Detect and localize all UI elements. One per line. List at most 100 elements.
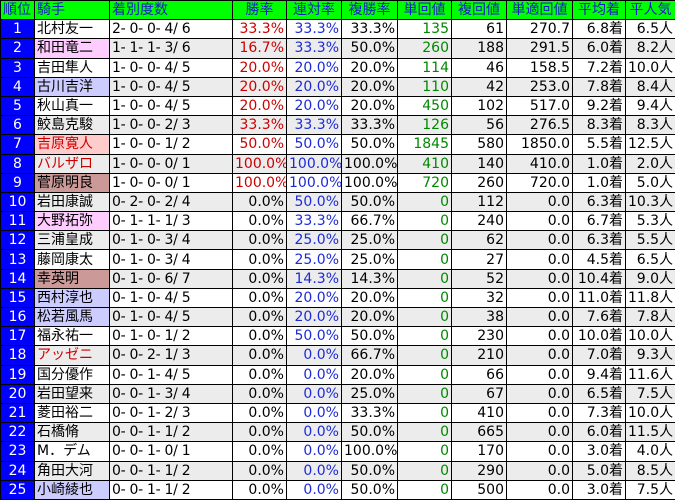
jockey-name-link[interactable]: 松若風馬 (35, 308, 110, 327)
jockey-name-link[interactable]: 秋山真一 (35, 96, 110, 115)
rank-cell: 5 (1, 96, 35, 115)
jockey-name-link[interactable]: 吉原寛人 (35, 135, 110, 154)
average-popularity-cell: 5.5人 (626, 231, 675, 250)
quinella-rate-cell: 50.0% (287, 327, 342, 346)
adjusted-win-return-cell: 0.0 (507, 288, 573, 307)
record-cell: 0- 1- 0- 6/ 7 (110, 269, 233, 288)
table-row: 11大野拓弥0- 1- 1- 1/ 30.0%33.3%66.7%02400.0… (1, 212, 675, 231)
average-popularity-cell: 8.3人 (626, 116, 675, 135)
average-finish-cell: 7.8着 (573, 77, 626, 96)
show-rate-cell: 50.0% (342, 135, 398, 154)
average-finish-cell: 7.6着 (573, 308, 626, 327)
jockey-name-link[interactable]: 角田大河 (35, 461, 110, 480)
adjusted-win-return-cell: 0.0 (507, 480, 573, 499)
table-row: 9菅原明良1- 0- 0- 0/ 1100.0%100.0%100.0%7202… (1, 173, 675, 192)
jockey-name-link[interactable]: 岩田望来 (35, 384, 110, 403)
average-finish-cell: 10.4着 (573, 269, 626, 288)
adjusted-win-return-cell: 0.0 (507, 384, 573, 403)
show-return-cell: 665 (452, 423, 507, 442)
jockey-name-link[interactable]: アッゼニ (35, 346, 110, 365)
rank-cell: 4 (1, 77, 35, 96)
rank-cell: 9 (1, 173, 35, 192)
table-row: 19国分優作0- 0- 1- 4/ 50.0%0.0%20.0%0660.09.… (1, 365, 675, 384)
average-popularity-cell: 10.0人 (626, 327, 675, 346)
win-return-cell: 410 (398, 154, 452, 173)
adjusted-win-return-cell: 0.0 (507, 231, 573, 250)
win-rate-cell: 100.0% (233, 173, 287, 192)
jockey-name-link[interactable]: 国分優作 (35, 365, 110, 384)
show-rate-cell: 50.0% (342, 480, 398, 499)
quinella-rate-cell: 0.0% (287, 365, 342, 384)
show-return-cell: 46 (452, 58, 507, 77)
adjusted-win-return-cell: 720.0 (507, 173, 573, 192)
show-rate-cell: 66.7% (342, 346, 398, 365)
jockey-name-link[interactable]: 菱田裕二 (35, 403, 110, 422)
table-row: 24角田大河0- 0- 1- 1/ 20.0%0.0%50.0%02900.05… (1, 461, 675, 480)
record-cell: 0- 1- 0- 1/ 2 (110, 327, 233, 346)
jockey-name-link[interactable]: 大野拓弥 (35, 212, 110, 231)
show-rate-cell: 100.0% (342, 442, 398, 461)
quinella-rate-cell: 0.0% (287, 423, 342, 442)
adjusted-win-return-cell: 253.0 (507, 77, 573, 96)
adjusted-win-return-cell: 0.0 (507, 461, 573, 480)
record-cell: 0- 0- 1- 0/ 1 (110, 442, 233, 461)
show-return-cell: 240 (452, 212, 507, 231)
show-return-cell: 42 (452, 77, 507, 96)
show-rate-cell: 50.0% (342, 192, 398, 211)
win-rate-cell: 0.0% (233, 461, 287, 480)
win-rate-cell: 33.3% (233, 116, 287, 135)
win-rate-cell: 16.7% (233, 39, 287, 58)
table-row: 12三浦皇成0- 1- 0- 3/ 40.0%25.0%25.0%0620.06… (1, 231, 675, 250)
show-return-cell: 56 (452, 116, 507, 135)
jockey-name-link[interactable]: 古川吉洋 (35, 77, 110, 96)
average-popularity-cell: 6.5人 (626, 250, 675, 269)
quinella-rate-cell: 20.0% (287, 58, 342, 77)
jockey-name-link[interactable]: バルザロ (35, 154, 110, 173)
jockey-name-link[interactable]: 三浦皇成 (35, 231, 110, 250)
show-return-cell: 102 (452, 96, 507, 115)
header-average-finish: 平均着 (573, 1, 626, 20)
average-finish-cell: 6.0着 (573, 423, 626, 442)
jockey-name-link[interactable]: 北村友一 (35, 20, 110, 39)
average-finish-cell: 1.0着 (573, 173, 626, 192)
win-return-cell: 0 (398, 461, 452, 480)
jockey-name-link[interactable]: 福永祐一 (35, 327, 110, 346)
jockey-name-link[interactable]: 西村淳也 (35, 288, 110, 307)
rank-cell: 18 (1, 346, 35, 365)
adjusted-win-return-cell: 0.0 (507, 269, 573, 288)
average-popularity-cell: 11.6人 (626, 365, 675, 384)
win-return-cell: 260 (398, 39, 452, 58)
jockey-name-link[interactable]: 石橋脩 (35, 423, 110, 442)
jockey-name-link[interactable]: 藤岡康太 (35, 250, 110, 269)
average-finish-cell: 5.0着 (573, 461, 626, 480)
rank-cell: 17 (1, 327, 35, 346)
average-popularity-cell: 7.8人 (626, 308, 675, 327)
jockey-name-link[interactable]: 和田竜二 (35, 39, 110, 58)
win-rate-cell: 0.0% (233, 346, 287, 365)
jockey-name-link[interactable]: 幸英明 (35, 269, 110, 288)
quinella-rate-cell: 0.0% (287, 384, 342, 403)
average-popularity-cell: 9.0人 (626, 269, 675, 288)
header-show-rate: 複勝率 (342, 1, 398, 20)
rank-cell: 14 (1, 269, 35, 288)
jockey-name-link[interactable]: 菅原明良 (35, 173, 110, 192)
jockey-name-link[interactable]: 小崎綾也 (35, 480, 110, 499)
win-rate-cell: 0.0% (233, 288, 287, 307)
show-rate-cell: 33.3% (342, 116, 398, 135)
jockey-name-link[interactable]: 岩田康誠 (35, 192, 110, 211)
adjusted-win-return-cell: 517.0 (507, 96, 573, 115)
show-rate-cell: 100.0% (342, 154, 398, 173)
jockey-name-link[interactable]: 鮫島克駿 (35, 116, 110, 135)
adjusted-win-return-cell: 291.5 (507, 39, 573, 58)
show-return-cell: 52 (452, 269, 507, 288)
jockey-name-link[interactable]: M．デム (35, 442, 110, 461)
show-return-cell: 410 (452, 403, 507, 422)
show-rate-cell: 25.0% (342, 250, 398, 269)
show-rate-cell: 50.0% (342, 423, 398, 442)
average-popularity-cell: 8.2人 (626, 39, 675, 58)
average-finish-cell: 4.5着 (573, 250, 626, 269)
record-cell: 0- 0- 1- 1/ 2 (110, 480, 233, 499)
adjusted-win-return-cell: 276.5 (507, 116, 573, 135)
win-return-cell: 0 (398, 480, 452, 499)
jockey-name-link[interactable]: 吉田隼人 (35, 58, 110, 77)
